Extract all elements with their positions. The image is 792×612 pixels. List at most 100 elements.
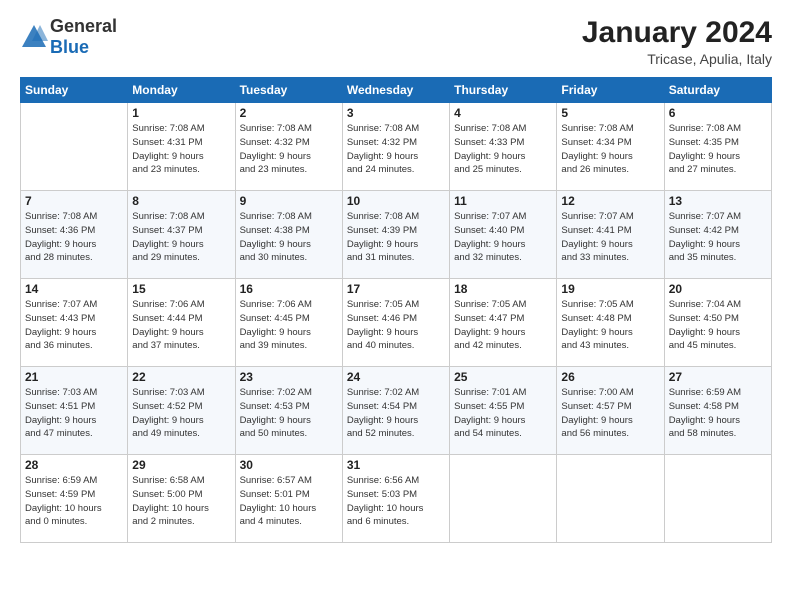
- day-detail: Sunrise: 7:06 AM Sunset: 4:45 PM Dayligh…: [240, 298, 338, 353]
- day-detail: Sunrise: 7:07 AM Sunset: 4:40 PM Dayligh…: [454, 210, 552, 265]
- calendar-cell: [557, 455, 664, 543]
- day-detail: Sunrise: 7:08 AM Sunset: 4:32 PM Dayligh…: [240, 122, 338, 177]
- weekday-header-thursday: Thursday: [450, 78, 557, 103]
- page: General Blue January 2024 Tricase, Apuli…: [0, 0, 792, 612]
- day-number: 27: [669, 370, 767, 384]
- day-detail: Sunrise: 7:02 AM Sunset: 4:54 PM Dayligh…: [347, 386, 445, 441]
- calendar-week-row: 21Sunrise: 7:03 AM Sunset: 4:51 PM Dayli…: [21, 367, 772, 455]
- calendar-table: SundayMondayTuesdayWednesdayThursdayFrid…: [20, 77, 772, 543]
- day-number: 15: [132, 282, 230, 296]
- calendar-cell: 27 Sunrise: 6:59 AM Sunset: 4:58 PM Dayli…: [664, 367, 771, 455]
- day-detail: Sunrise: 7:02 AM Sunset: 4:53 PM Dayligh…: [240, 386, 338, 441]
- calendar-cell: 24 Sunrise: 7:02 AM Sunset: 4:54 PM Dayli…: [342, 367, 449, 455]
- day-detail: Sunrise: 7:01 AM Sunset: 4:55 PM Dayligh…: [454, 386, 552, 441]
- day-detail: Sunrise: 7:08 AM Sunset: 4:36 PM Dayligh…: [25, 210, 123, 265]
- day-detail: Sunrise: 7:08 AM Sunset: 4:39 PM Dayligh…: [347, 210, 445, 265]
- day-detail: Sunrise: 7:03 AM Sunset: 4:51 PM Dayligh…: [25, 386, 123, 441]
- weekday-header-wednesday: Wednesday: [342, 78, 449, 103]
- day-detail: Sunrise: 7:08 AM Sunset: 4:34 PM Dayligh…: [561, 122, 659, 177]
- calendar-cell: 9 Sunrise: 7:08 AM Sunset: 4:38 PM Daylig…: [235, 191, 342, 279]
- day-number: 18: [454, 282, 552, 296]
- day-number: 24: [347, 370, 445, 384]
- calendar-cell: 4 Sunrise: 7:08 AM Sunset: 4:33 PM Daylig…: [450, 103, 557, 191]
- main-title: January 2024: [582, 16, 772, 49]
- logo: General Blue: [20, 16, 117, 58]
- day-detail: Sunrise: 7:08 AM Sunset: 4:33 PM Dayligh…: [454, 122, 552, 177]
- day-detail: Sunrise: 7:03 AM Sunset: 4:52 PM Dayligh…: [132, 386, 230, 441]
- calendar-week-row: 28 Sunrise: 6:59 AM Sunset: 4:59 PM Dayli…: [21, 455, 772, 543]
- day-number: 14: [25, 282, 123, 296]
- calendar-cell: 16 Sunrise: 7:06 AM Sunset: 4:45 PM Dayli…: [235, 279, 342, 367]
- day-number: 30: [240, 458, 338, 472]
- day-number: 16: [240, 282, 338, 296]
- day-detail: Sunrise: 7:08 AM Sunset: 4:31 PM Dayligh…: [132, 122, 230, 177]
- calendar-cell: 2Sunrise: 7:08 AM Sunset: 4:32 PM Daylig…: [235, 103, 342, 191]
- weekday-header-friday: Friday: [557, 78, 664, 103]
- day-detail: Sunrise: 7:07 AM Sunset: 4:41 PM Dayligh…: [561, 210, 659, 265]
- day-detail: Sunrise: 7:08 AM Sunset: 4:32 PM Dayligh…: [347, 122, 445, 177]
- day-detail: Sunrise: 6:57 AM Sunset: 5:01 PM Dayligh…: [240, 474, 338, 529]
- title-block: January 2024 Tricase, Apulia, Italy: [582, 16, 772, 67]
- calendar-cell: 11 Sunrise: 7:07 AM Sunset: 4:40 PM Dayli…: [450, 191, 557, 279]
- day-number: 28: [25, 458, 123, 472]
- day-detail: Sunrise: 7:06 AM Sunset: 4:44 PM Dayligh…: [132, 298, 230, 353]
- calendar-cell: 13Sunrise: 7:07 AM Sunset: 4:42 PM Dayli…: [664, 191, 771, 279]
- logo-text: General Blue: [50, 16, 117, 58]
- calendar-cell: 19 Sunrise: 7:05 AM Sunset: 4:48 PM Dayli…: [557, 279, 664, 367]
- header: General Blue January 2024 Tricase, Apuli…: [20, 16, 772, 67]
- calendar-header: SundayMondayTuesdayWednesdayThursdayFrid…: [21, 78, 772, 103]
- calendar-cell: 12Sunrise: 7:07 AM Sunset: 4:41 PM Dayli…: [557, 191, 664, 279]
- day-number: 10: [347, 194, 445, 208]
- day-detail: Sunrise: 6:58 AM Sunset: 5:00 PM Dayligh…: [132, 474, 230, 529]
- weekday-header-row: SundayMondayTuesdayWednesdayThursdayFrid…: [21, 78, 772, 103]
- day-number: 23: [240, 370, 338, 384]
- day-number: 20: [669, 282, 767, 296]
- day-number: 17: [347, 282, 445, 296]
- day-number: 4: [454, 106, 552, 120]
- day-number: 8: [132, 194, 230, 208]
- weekday-header-tuesday: Tuesday: [235, 78, 342, 103]
- day-number: 11: [454, 194, 552, 208]
- logo-blue-label: Blue: [50, 37, 117, 58]
- day-number: 26: [561, 370, 659, 384]
- day-detail: Sunrise: 7:05 AM Sunset: 4:47 PM Dayligh…: [454, 298, 552, 353]
- calendar-cell: 30 Sunrise: 6:57 AM Sunset: 5:01 PM Dayli…: [235, 455, 342, 543]
- calendar-cell: [664, 455, 771, 543]
- day-number: 6: [669, 106, 767, 120]
- calendar-cell: 10 Sunrise: 7:08 AM Sunset: 4:39 PM Dayli…: [342, 191, 449, 279]
- weekday-header-saturday: Saturday: [664, 78, 771, 103]
- calendar-cell: 5 Sunrise: 7:08 AM Sunset: 4:34 PM Daylig…: [557, 103, 664, 191]
- day-number: 5: [561, 106, 659, 120]
- sub-title: Tricase, Apulia, Italy: [582, 51, 772, 67]
- day-number: 9: [240, 194, 338, 208]
- calendar-cell: 7Sunrise: 7:08 AM Sunset: 4:36 PM Daylig…: [21, 191, 128, 279]
- logo-icon: [20, 23, 48, 51]
- calendar-cell: 14Sunrise: 7:07 AM Sunset: 4:43 PM Dayli…: [21, 279, 128, 367]
- calendar-cell: 20 Sunrise: 7:04 AM Sunset: 4:50 PM Dayli…: [664, 279, 771, 367]
- calendar-week-row: 7Sunrise: 7:08 AM Sunset: 4:36 PM Daylig…: [21, 191, 772, 279]
- day-number: 13: [669, 194, 767, 208]
- calendar-week-row: 14Sunrise: 7:07 AM Sunset: 4:43 PM Dayli…: [21, 279, 772, 367]
- calendar-cell: 28 Sunrise: 6:59 AM Sunset: 4:59 PM Dayli…: [21, 455, 128, 543]
- day-detail: Sunrise: 6:59 AM Sunset: 4:59 PM Dayligh…: [25, 474, 123, 529]
- day-number: 3: [347, 106, 445, 120]
- calendar-cell: [450, 455, 557, 543]
- calendar-cell: 8Sunrise: 7:08 AM Sunset: 4:37 PM Daylig…: [128, 191, 235, 279]
- calendar-cell: 6 Sunrise: 7:08 AM Sunset: 4:35 PM Daylig…: [664, 103, 771, 191]
- calendar-cell: 26 Sunrise: 7:00 AM Sunset: 4:57 PM Dayli…: [557, 367, 664, 455]
- day-detail: Sunrise: 7:00 AM Sunset: 4:57 PM Dayligh…: [561, 386, 659, 441]
- calendar-week-row: 1Sunrise: 7:08 AM Sunset: 4:31 PM Daylig…: [21, 103, 772, 191]
- day-detail: Sunrise: 7:04 AM Sunset: 4:50 PM Dayligh…: [669, 298, 767, 353]
- calendar-cell: [21, 103, 128, 191]
- day-number: 25: [454, 370, 552, 384]
- day-detail: Sunrise: 7:08 AM Sunset: 4:35 PM Dayligh…: [669, 122, 767, 177]
- day-detail: Sunrise: 7:08 AM Sunset: 4:38 PM Dayligh…: [240, 210, 338, 265]
- calendar-cell: 29Sunrise: 6:58 AM Sunset: 5:00 PM Dayli…: [128, 455, 235, 543]
- day-detail: Sunrise: 7:05 AM Sunset: 4:48 PM Dayligh…: [561, 298, 659, 353]
- day-number: 19: [561, 282, 659, 296]
- calendar-cell: 3 Sunrise: 7:08 AM Sunset: 4:32 PM Daylig…: [342, 103, 449, 191]
- day-detail: Sunrise: 6:59 AM Sunset: 4:58 PM Dayligh…: [669, 386, 767, 441]
- calendar-cell: 23 Sunrise: 7:02 AM Sunset: 4:53 PM Dayli…: [235, 367, 342, 455]
- calendar-cell: 22Sunrise: 7:03 AM Sunset: 4:52 PM Dayli…: [128, 367, 235, 455]
- weekday-header-monday: Monday: [128, 78, 235, 103]
